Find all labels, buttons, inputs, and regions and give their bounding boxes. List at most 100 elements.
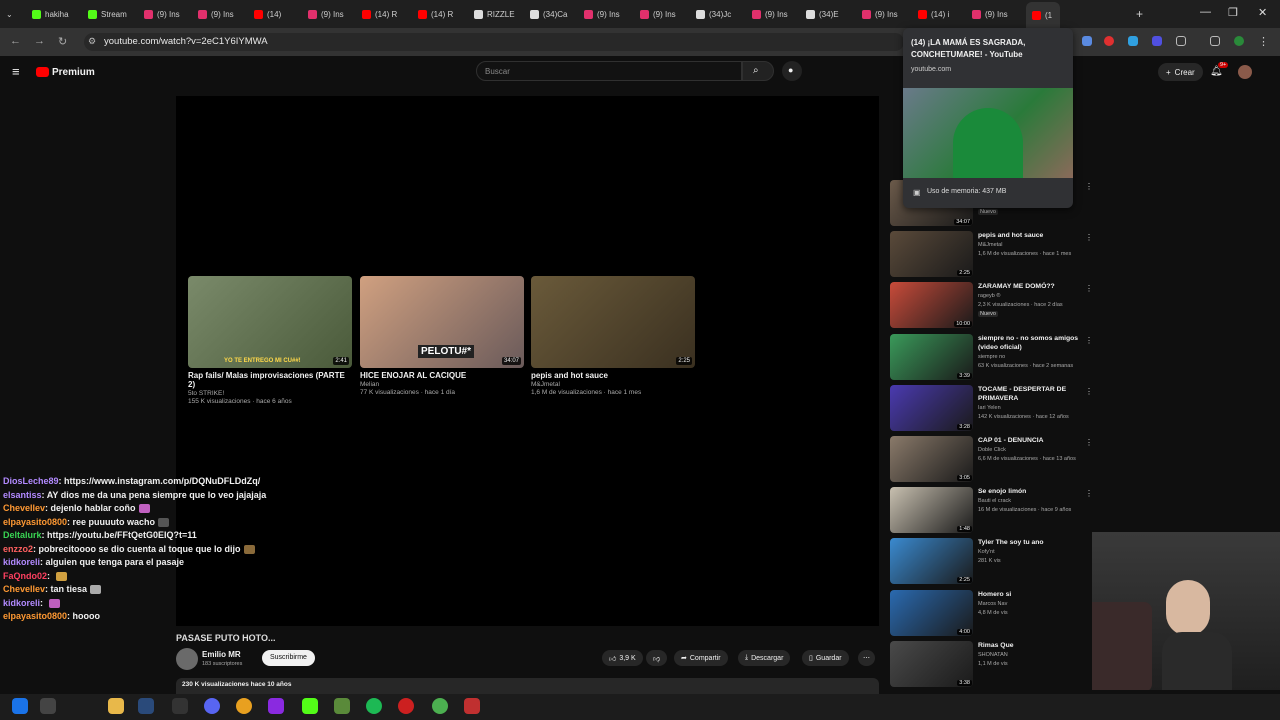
recommended-thumbnail[interactable]: 3:28 <box>890 384 973 431</box>
browser-tab[interactable]: (9) Ins <box>640 4 690 24</box>
obs-icon[interactable] <box>172 698 188 714</box>
search-taskbar-icon[interactable] <box>40 698 56 714</box>
chat-username[interactable]: Chevellev <box>3 503 45 513</box>
browser-tab[interactable]: (34)Jc <box>696 4 746 24</box>
extension-icon[interactable] <box>1082 36 1092 46</box>
browser-tab[interactable]: (14) R <box>362 4 412 24</box>
opera-icon[interactable] <box>398 698 414 714</box>
recommended-thumbnail[interactable]: 10:00 <box>890 282 973 329</box>
recommended-thumbnail[interactable]: 2:25 <box>890 538 973 585</box>
browser-tab[interactable]: (14) R <box>418 4 468 24</box>
back-icon[interactable]: ← <box>10 35 21 47</box>
browser-tab[interactable]: (9) Ins <box>308 4 358 24</box>
share-button[interactable]: ➦ Compartir <box>674 650 728 666</box>
chat-username[interactable]: kidkoreli <box>3 557 40 567</box>
end-card-thumbnail[interactable]: 2:25 <box>531 276 695 368</box>
more-vertical-icon[interactable]: ⋮ <box>1085 489 1093 498</box>
recommended-title[interactable]: Tyler The soy tu ano <box>978 538 1084 547</box>
profile-avatar[interactable] <box>1234 36 1244 46</box>
spotify-icon[interactable] <box>366 698 382 714</box>
create-button[interactable]: + Crear <box>1158 63 1203 81</box>
kick-icon[interactable] <box>302 698 318 714</box>
more-actions-button[interactable]: ⋯ <box>858 650 875 666</box>
chat-username[interactable]: elpayasito0800 <box>3 517 67 527</box>
recommended-video[interactable]: 1:48 Se enojo limón Bauti el crack 16 M de … <box>890 487 1093 534</box>
reload-icon[interactable]: ↻ <box>58 35 67 48</box>
chat-username[interactable]: Deltalurk <box>3 530 42 540</box>
reading-list-icon[interactable] <box>1210 36 1220 46</box>
recommended-title[interactable]: siempre no - no somos amigos (video ofic… <box>978 334 1084 352</box>
browser-tab[interactable]: (9) Ins <box>972 4 1022 24</box>
site-info-icon[interactable]: ⚙ <box>88 36 96 47</box>
tab-search-menu[interactable]: ⌄ <box>6 4 13 24</box>
recommended-thumbnail[interactable]: 2:25 <box>890 231 973 278</box>
browser-tab[interactable]: (9) Ins <box>752 4 802 24</box>
recommended-video[interactable]: 3:28 TOCAME - DESPERTAR DE PRIMAVERA Iari … <box>890 384 1093 431</box>
browser-tab[interactable]: (1 <box>1026 2 1060 28</box>
recommended-video[interactable]: 3:39 siempre no - no somos amigos (video … <box>890 333 1093 380</box>
search-box[interactable]: Buscar <box>476 61 742 81</box>
maximize-icon[interactable]: ❐ <box>1228 6 1238 19</box>
download-button[interactable]: ⤓ Descargar <box>738 650 791 666</box>
chat-username[interactable]: elsantiss <box>3 490 42 500</box>
end-card-title[interactable]: pepis and hot sauce <box>531 371 695 380</box>
browser-menu-icon[interactable]: ⋮ <box>1258 35 1269 48</box>
browser-tab[interactable]: (14) <box>254 4 304 24</box>
save-button[interactable]: ▯ Guardar <box>802 650 849 666</box>
recommended-title[interactable]: TOCAME - DESPERTAR DE PRIMAVERA <box>978 385 1084 403</box>
browser-tab[interactable]: (34)Ca <box>530 4 580 24</box>
browser-tab[interactable]: (9) Ins <box>862 4 912 24</box>
account-avatar[interactable] <box>1238 65 1252 79</box>
chrome-active-icon[interactable] <box>432 698 448 714</box>
end-screen-card[interactable]: YO TE ENTREGO MI CU##! 2:41 Rap fails/ Mal… <box>188 276 352 405</box>
more-vertical-icon[interactable]: ⋮ <box>1085 336 1093 345</box>
recommended-thumbnail[interactable]: 1:48 <box>890 487 973 534</box>
new-tab-button[interactable]: + <box>1136 4 1143 24</box>
recommended-video[interactable]: 2:25 Tyler The soy tu ano Kofy'nt 281 K vis <box>890 538 1090 585</box>
description-box[interactable]: 230 K visualizaciones hace 10 años <box>176 678 879 694</box>
browser-tab[interactable]: (34)E <box>806 4 856 24</box>
recommended-title[interactable]: Rimas Que <box>978 641 1084 650</box>
more-vertical-icon[interactable]: ⋮ <box>1085 182 1093 191</box>
steam-icon[interactable] <box>138 698 154 714</box>
recommended-thumbnail[interactable]: 3:38 <box>890 640 973 687</box>
folder-icon[interactable] <box>108 698 124 714</box>
end-screen-card[interactable]: PELOTU#* 34:07 HICE ENOJAR AL CACIQUE Melia… <box>360 276 524 396</box>
browser-tab[interactable]: hakiha <box>32 4 82 24</box>
voice-search-button[interactable]: ● <box>782 61 802 81</box>
dislike-button[interactable]: 👎︎ <box>646 650 668 666</box>
end-card-thumbnail[interactable]: PELOTU#* 34:07 <box>360 276 524 368</box>
like-button[interactable]: 👍︎ 3,9 K <box>602 650 643 666</box>
browser-tab[interactable]: (9) Ins <box>198 4 248 24</box>
youtube-logo-icon[interactable] <box>36 67 49 77</box>
end-screen-card[interactable]: 2:25 pepis and hot sauce M&Jmetal 1,6 M de … <box>531 276 695 396</box>
browser-tab[interactable]: RIZZLE <box>474 4 524 24</box>
more-vertical-icon[interactable]: ⋮ <box>1085 284 1093 293</box>
recommended-video[interactable]: 2:25 pepis and hot sauce M&Jmetal 1,6 M de … <box>890 231 1093 278</box>
recommended-title[interactable]: pepis and hot sauce <box>978 231 1084 240</box>
discord-icon[interactable] <box>204 698 220 714</box>
more-vertical-icon[interactable]: ⋮ <box>1085 438 1093 447</box>
close-window-icon[interactable]: ✕ <box>1258 6 1267 19</box>
start-icon[interactable] <box>12 698 28 714</box>
more-vertical-icon[interactable]: ⋮ <box>1085 387 1093 396</box>
browser-tab[interactable]: (14) i <box>918 4 968 24</box>
recommended-video[interactable]: 10:00 ZARAMAY ME DOMÓ?? rageyb ® 2,3 K visu… <box>890 282 1093 329</box>
forward-icon[interactable]: → <box>34 35 45 47</box>
browser-tab[interactable]: (9) Ins <box>584 4 634 24</box>
app-icon[interactable] <box>268 698 284 714</box>
recommended-thumbnail[interactable]: 3:39 <box>890 333 973 380</box>
recommended-thumbnail[interactable]: 3:05 <box>890 436 973 482</box>
extension-icon[interactable] <box>1128 36 1138 46</box>
search-button[interactable]: ⌕ <box>742 61 774 81</box>
hamburger-menu-icon[interactable]: ≡ <box>12 64 20 79</box>
end-card-thumbnail[interactable]: YO TE ENTREGO MI CU##! 2:41 <box>188 276 352 368</box>
browser-tab[interactable]: (9) Ins <box>144 4 194 24</box>
record-extension-icon[interactable] <box>1104 36 1114 46</box>
url-text[interactable]: youtube.com/watch?v=2eC1Y6IYMWA <box>104 36 268 47</box>
youtube-logo-label[interactable]: Premium <box>52 67 95 78</box>
end-card-title[interactable]: HICE ENOJAR AL CACIQUE <box>360 371 524 380</box>
recommended-title[interactable]: CAP 01 - DENUNCIA <box>978 436 1084 445</box>
minimize-icon[interactable]: — <box>1200 6 1211 18</box>
recommended-title[interactable]: ZARAMAY ME DOMÓ?? <box>978 282 1084 291</box>
